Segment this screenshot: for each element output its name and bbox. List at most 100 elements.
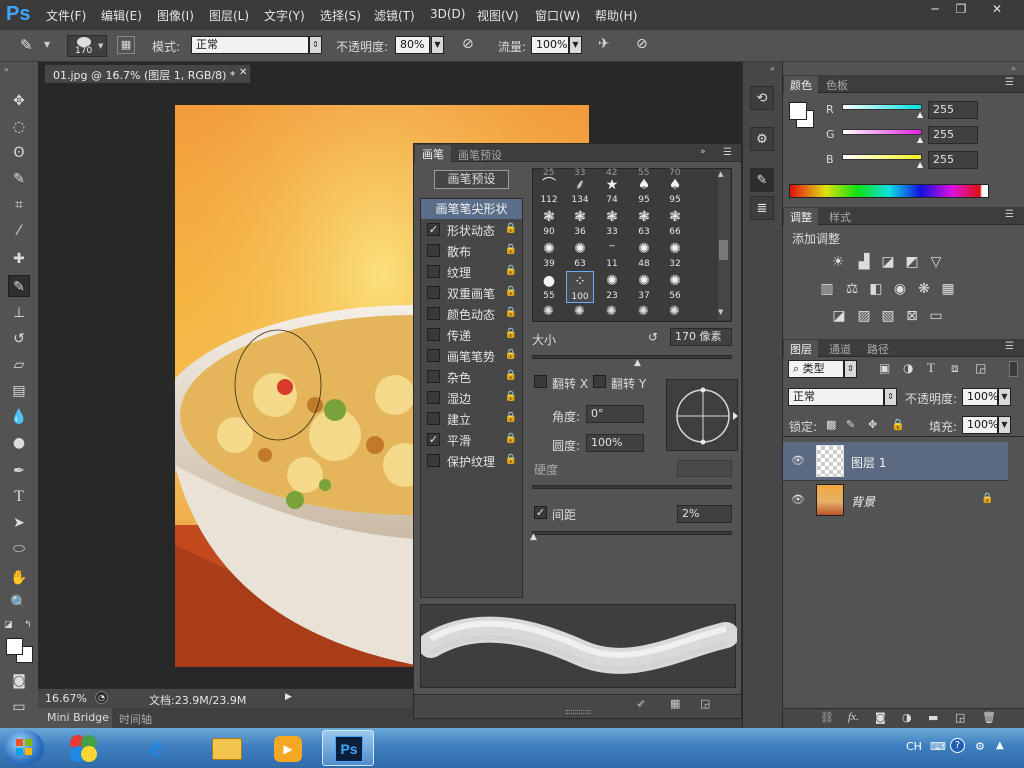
- close-button[interactable]: ✕: [984, 2, 1010, 18]
- lock-icon[interactable]: 🔒: [505, 307, 517, 318]
- layer-style-icon[interactable]: fx.: [848, 711, 859, 723]
- marquee-tool-icon[interactable]: ◌: [8, 116, 30, 138]
- tab-paths[interactable]: 路径: [861, 340, 895, 357]
- hardness-field[interactable]: [677, 460, 732, 477]
- toggle-live-tip-icon[interactable]: ✓̷: [636, 697, 645, 710]
- scroll-up-icon[interactable]: ▲: [718, 170, 723, 178]
- restore-button[interactable]: ❐: [948, 2, 974, 18]
- tab-layers[interactable]: 图层: [784, 340, 818, 357]
- shape-dynamics-checkbox[interactable]: ✓: [427, 223, 440, 236]
- dual-brush-checkbox[interactable]: [427, 286, 440, 299]
- size-slider-thumb[interactable]: ▲: [634, 358, 641, 368]
- spacing-slider[interactable]: [532, 531, 732, 535]
- tab-timeline[interactable]: 时间轴: [119, 711, 152, 727]
- new-brush-icon[interactable]: ◲: [700, 697, 710, 710]
- angle-field[interactable]: 0°: [586, 405, 644, 423]
- layer-row-background[interactable]: 👁 背景 🔒: [783, 481, 1008, 519]
- type-tool-icon[interactable]: T: [8, 486, 30, 508]
- zoom-tool-icon[interactable]: 🔍: [8, 592, 30, 614]
- minimize-button[interactable]: ─: [922, 2, 948, 18]
- tab-channels[interactable]: 通道: [823, 340, 857, 357]
- tab-color[interactable]: 颜色: [784, 76, 818, 93]
- lock-icon[interactable]: 🔒: [505, 265, 517, 276]
- exposure-icon[interactable]: ◩: [903, 253, 921, 271]
- spacing-field[interactable]: 2%: [677, 505, 732, 523]
- scroll-thumb[interactable]: [719, 240, 728, 260]
- brush-tip-partial-icon[interactable]: ✺: [638, 304, 649, 318]
- smoothing-checkbox[interactable]: ✓: [427, 433, 440, 446]
- flip-x-checkbox[interactable]: [534, 375, 547, 388]
- dodge-tool-icon[interactable]: ●: [8, 432, 30, 454]
- tab-swatches[interactable]: 色板: [820, 76, 854, 93]
- lock-position-icon[interactable]: ✥: [868, 418, 877, 431]
- menu-help[interactable]: 帮助(H): [595, 7, 637, 24]
- default-colors-icon[interactable]: ◪: [4, 620, 13, 630]
- new-adjustment-icon[interactable]: ◑: [902, 711, 912, 724]
- black-white-icon[interactable]: ◧: [867, 280, 885, 298]
- channel-r-field[interactable]: 255: [928, 101, 978, 119]
- levels-icon[interactable]: ▟: [855, 253, 873, 271]
- color-spectrum-bar[interactable]: [789, 184, 989, 198]
- channel-r-slider[interactable]: [842, 104, 922, 110]
- menu-file[interactable]: 文件(F): [46, 7, 86, 24]
- pressure-size-icon[interactable]: ⊘: [636, 36, 648, 52]
- layer-blend-mode-select[interactable]: 正常: [788, 388, 884, 406]
- brush-option-scattering[interactable]: 散布 🔒: [427, 241, 521, 261]
- brush-tip[interactable]: ✺ 56: [661, 271, 689, 303]
- brush-tip[interactable]: ⁻ 11: [598, 239, 626, 271]
- taskbar-app-colorful[interactable]: [58, 730, 110, 766]
- keyboard-icon[interactable]: ⌨: [930, 740, 946, 753]
- adjust-panel-menu-icon[interactable]: ☰: [1005, 209, 1014, 220]
- layer-opacity-dropdown-icon[interactable]: ▼: [998, 388, 1011, 406]
- lock-icon[interactable]: 🔒: [505, 412, 517, 423]
- brush-tip[interactable]: ⸙ 134: [566, 175, 594, 207]
- color-lookup-icon[interactable]: ▦: [939, 280, 957, 298]
- brush-panel-icon[interactable]: ✎: [750, 168, 774, 192]
- hue-saturation-icon[interactable]: ▥: [818, 280, 836, 298]
- brush-tip[interactable]: ✺ 23: [598, 271, 626, 303]
- menu-filter[interactable]: 滤镜(T): [374, 7, 415, 24]
- roundness-field[interactable]: 100%: [586, 434, 644, 452]
- screen-mode-icon[interactable]: ▭: [8, 696, 30, 718]
- eraser-tool-icon[interactable]: ▱: [8, 354, 30, 376]
- layer-1-name[interactable]: 图层 1: [851, 454, 886, 471]
- brush-tip-partial-icon[interactable]: ✺: [606, 304, 617, 318]
- crop-tool-icon[interactable]: ⌗: [8, 194, 30, 216]
- lock-icon[interactable]: 🔒: [505, 244, 517, 255]
- brush-tip[interactable]: ❃ 63: [630, 207, 658, 239]
- menu-layer[interactable]: 图层(L): [209, 7, 249, 24]
- start-button[interactable]: [4, 730, 44, 766]
- panel-collapse-icon[interactable]: »: [700, 147, 706, 157]
- channel-slider-thumb[interactable]: ▲: [917, 110, 923, 119]
- brush-tip[interactable]: ♠ 95: [630, 175, 658, 207]
- brush-option-build-up[interactable]: 建立 🔒: [427, 409, 521, 429]
- background-layer-name[interactable]: 背景: [851, 493, 875, 510]
- brush-option-protect-texture[interactable]: 保护纹理 🔒: [427, 451, 521, 471]
- opacity-field[interactable]: 80%: [395, 36, 430, 54]
- brush-tool-icon[interactable]: ✎: [8, 275, 30, 297]
- spacing-checkbox[interactable]: ✓: [534, 506, 547, 519]
- layers-panel-menu-icon[interactable]: ☰: [1005, 341, 1014, 352]
- new-group-icon[interactable]: ▬: [928, 711, 938, 724]
- flip-y-checkbox[interactable]: [593, 375, 606, 388]
- panel-resize-grip-icon[interactable]: [566, 710, 590, 714]
- eyedropper-tool-icon[interactable]: ⁄: [8, 220, 30, 242]
- tip-grid-scrollbar[interactable]: ▲ ▼: [718, 170, 730, 320]
- wet-edges-checkbox[interactable]: [427, 391, 440, 404]
- channel-g-slider[interactable]: [842, 129, 922, 135]
- invert-icon[interactable]: ◪: [830, 307, 848, 325]
- channel-b-slider[interactable]: [842, 154, 922, 160]
- tool-preset-arrow-icon[interactable]: ▼: [44, 40, 50, 49]
- move-tool-icon[interactable]: ✥: [8, 90, 30, 112]
- brush-tip-partial-icon[interactable]: ✺: [574, 304, 585, 318]
- lock-all-icon[interactable]: 🔒: [891, 418, 905, 431]
- brush-presets-panel-icon[interactable]: ≣: [750, 196, 774, 220]
- lasso-tool-icon[interactable]: ʘ: [8, 142, 30, 164]
- selective-color-icon[interactable]: ⊠: [903, 307, 921, 325]
- filter-type-icon[interactable]: T: [927, 360, 935, 376]
- flow-dropdown-icon[interactable]: ▼: [569, 36, 582, 54]
- flow-field[interactable]: 100%: [531, 36, 569, 54]
- channel-g-field[interactable]: 255: [928, 126, 978, 144]
- new-layer-icon[interactable]: ◲: [955, 711, 965, 724]
- tab-mini-bridge[interactable]: Mini Bridge: [38, 708, 112, 728]
